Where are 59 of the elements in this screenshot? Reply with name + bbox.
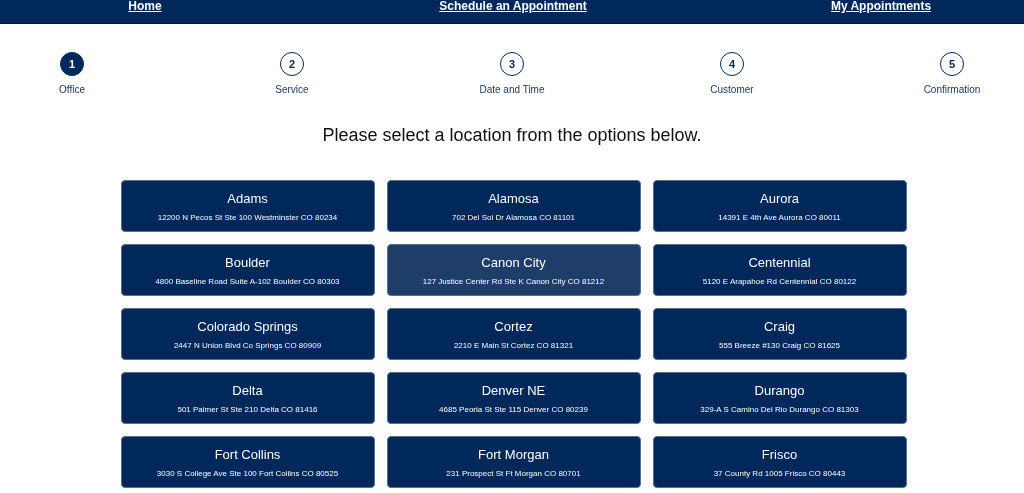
office-name: Frisco [761, 446, 798, 462]
office-card[interactable]: Denver NE 4685 Peoria St Ste 115 Denver CO 80239 [386, 372, 641, 424]
office-address: 5120 E Arapahoe Rd Centennial CO 80122 [702, 276, 857, 286]
step-number: 1 [60, 52, 84, 76]
office-address: 127 Justice Center Rd Ste K Canon City CO 81212 [422, 276, 605, 286]
office-name: Boulder [225, 254, 270, 270]
office-address: 2447 N Union Blvd Co Springs CO 80909 [173, 340, 322, 350]
office-card[interactable]: Fort Morgan 231 Prospect St Ft Morgan CO 80701 [386, 436, 641, 488]
step-number: 5 [940, 52, 964, 76]
office-address: 501 Palmer St Ste 210 Delta CO 81416 [177, 404, 318, 414]
office-name: Canon City [481, 254, 546, 270]
office-name: Durango [754, 382, 805, 398]
office-name: Cortez [494, 318, 533, 334]
office-address: 14391 E 4th Ave Aurora CO 80011 [718, 212, 841, 222]
office-address: 37 County Rd 1005 Frisco CO 80443 [713, 468, 846, 478]
office-card[interactable]: Aurora 14391 E 4th Ave Aurora CO 80011 [652, 180, 907, 232]
office-address: 329-A S Camino Del Rio Durango CO 81303 [700, 404, 859, 414]
office-card[interactable]: Craig 555 Breeze #130 Craig CO 81625 [652, 308, 907, 360]
office-card[interactable]: Centennial 5120 E Arapahoe Rd Centennial CO 80122 [652, 244, 907, 296]
office-card[interactable]: Fort Collins 3030 S College Ave Ste 100 Fort Collins CO 80525 [120, 436, 375, 488]
step-label: Date and Time [479, 84, 545, 95]
step-number: 4 [720, 52, 744, 76]
office-name: Fort Collins [214, 446, 281, 462]
office-address: 555 Breeze #130 Craig CO 81625 [719, 340, 840, 350]
office-name: Denver NE [481, 382, 546, 398]
step-label: Confirmation [923, 84, 981, 95]
office-address: 2210 E Main St Cortez CO 81321 [453, 340, 574, 350]
page-heading: Please select a location from the options below. [321, 125, 703, 146]
step-number: 2 [280, 52, 304, 76]
office-card[interactable]: Canon City 127 Justice Center Rd Ste K Canon City CO 81212 [386, 244, 641, 296]
office-address: 12200 N Pecos St Ste 100 Westminster CO 80234 [157, 212, 338, 222]
office-card[interactable]: Alamosa 702 Del Sol Dr Alamosa CO 81101 [386, 180, 641, 232]
office-card[interactable]: Colorado Springs 2447 N Union Blvd Co Springs CO 80909 [120, 308, 375, 360]
nav-link[interactable]: My Appointments [781, 0, 981, 23]
office-card[interactable]: Durango 329-A S Camino Del Rio Durango CO 81303 [652, 372, 907, 424]
office-card[interactable]: Delta 501 Palmer St Ste 210 Delta CO 81416 [120, 372, 375, 424]
step-label: Service [275, 84, 309, 95]
office-name: Alamosa [488, 190, 539, 206]
office-card[interactable]: Frisco 37 County Rd 1005 Frisco CO 80443 [652, 436, 907, 488]
office-name: Aurora [760, 190, 799, 206]
nav-link[interactable]: Home [45, 0, 245, 23]
office-address: 4800 Baseline Road Suite A-102 Boulder CO 80303 [155, 276, 340, 286]
office-address: 702 Del Sol Dr Alamosa CO 81101 [452, 212, 575, 222]
office-address: 3030 S College Ave Ste 100 Fort Collins CO 80525 [156, 468, 339, 478]
office-card[interactable]: Cortez 2210 E Main St Cortez CO 81321 [386, 308, 641, 360]
step-label: Customer [710, 84, 754, 95]
office-name: Centennial [748, 254, 811, 270]
step-number: 3 [500, 52, 524, 76]
step-label: Office [59, 84, 85, 95]
office-name: Fort Morgan [478, 446, 549, 462]
office-name: Delta [232, 382, 263, 398]
office-name: Colorado Springs [197, 318, 298, 334]
office-card[interactable]: Boulder 4800 Baseline Road Suite A-102 Boulder CO 80303 [120, 244, 375, 296]
office-name: Adams [227, 190, 268, 206]
nav-link[interactable]: Schedule an Appointment [413, 0, 613, 23]
office-name: Craig [763, 318, 796, 334]
office-address: 231 Prospect St Ft Morgan CO 80701 [446, 468, 581, 478]
office-card[interactable]: Adams 12200 N Pecos St Ste 100 Westminster CO 80234 [120, 180, 375, 232]
office-address: 4685 Peoria St Ste 115 Denver CO 80239 [439, 404, 588, 414]
